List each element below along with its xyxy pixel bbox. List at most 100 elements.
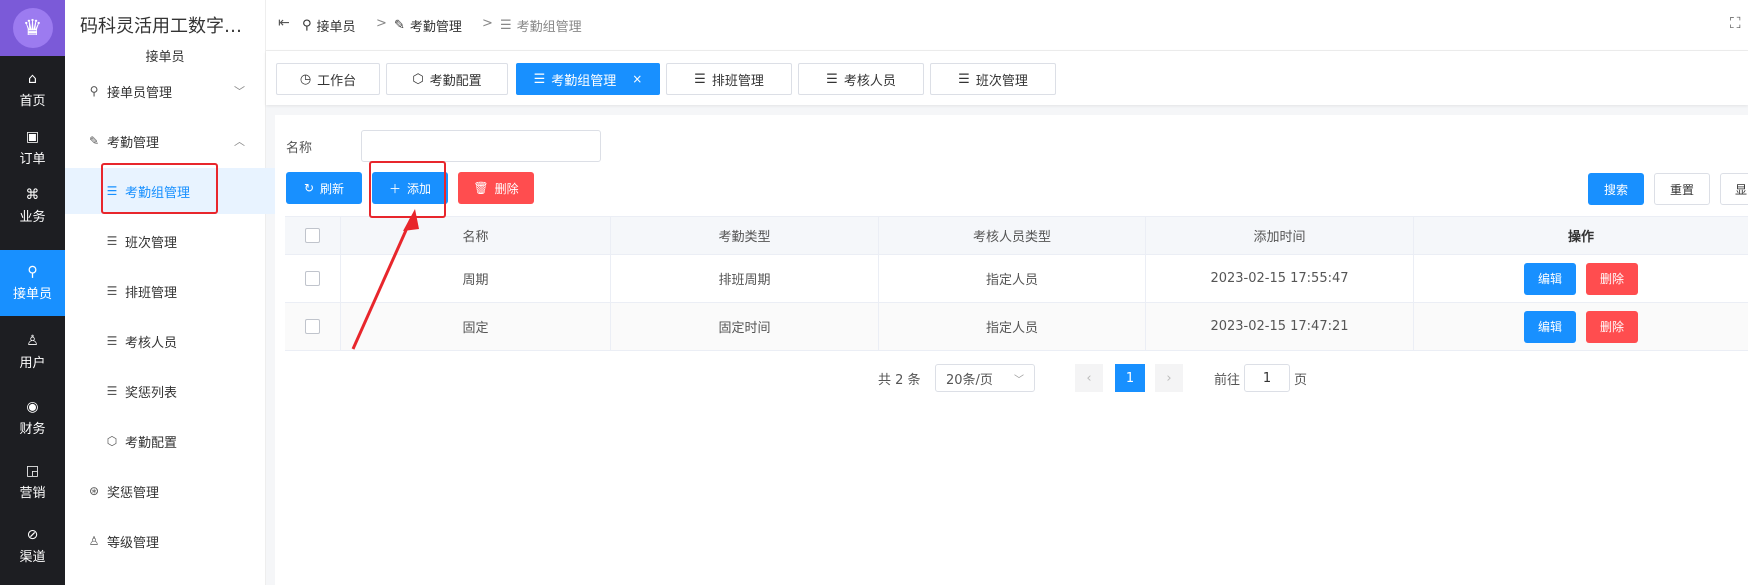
rail-item-user[interactable]: ♙ 用户 — [0, 322, 65, 382]
chevron-left-icon: ‹ — [1086, 370, 1092, 386]
cell-actions: 编辑 删除 — [1414, 303, 1748, 350]
tab-attendance-config[interactable]: ⬡ 考勤配置 — [386, 63, 508, 95]
breadcrumb-item[interactable]: ✎ 考勤管理 — [394, 16, 462, 35]
name-filter-label: 名称 — [286, 141, 313, 156]
select-all-cell — [285, 217, 341, 254]
breadcrumb-item[interactable]: ⚲ 接单员 — [302, 16, 356, 35]
channel-icon: ⊘ — [26, 527, 39, 543]
chevron-up-icon: ︿ — [234, 135, 245, 148]
annotation-highlight-menu — [101, 163, 218, 214]
sidebar-item-level-manage[interactable]: ♙ 等级管理 — [65, 518, 265, 564]
table-row: 周期 排班周期 指定人员 2023-02-15 17:55:47 编辑 删除 — [285, 255, 1748, 303]
rider-icon: ⚲ — [27, 264, 38, 280]
user-level-icon: ♙ — [88, 534, 100, 548]
rail-item-home[interactable]: ⌂ 首页 — [0, 60, 65, 120]
row-select-cell — [285, 255, 341, 302]
tab-schedule[interactable]: ☰ 排班管理 — [666, 63, 792, 95]
rail-item-marketing[interactable]: ◲ 营销 — [0, 452, 65, 512]
breadcrumb-separator: > — [376, 16, 387, 31]
prev-page-button[interactable]: ‹ — [1075, 364, 1103, 392]
cell-type: 排班周期 — [611, 255, 879, 302]
search-button[interactable]: 搜索 — [1588, 173, 1644, 205]
edit-icon: ✎ — [394, 18, 405, 33]
row-delete-button[interactable]: 删除 — [1586, 310, 1639, 343]
sidebar-item-attendance[interactable]: ✎ 考勤管理 ︿ — [65, 118, 265, 164]
rail-item-channel[interactable]: ⊘ 渠道 — [0, 516, 65, 576]
sidebar-item-assessee[interactable]: ☰ 考核人员 — [65, 318, 283, 364]
refresh-button[interactable]: ↻ 刷新 — [286, 172, 362, 204]
goto-page-input[interactable]: 1 — [1244, 364, 1290, 392]
rail-item-business[interactable]: ⌘ 业务 — [0, 176, 65, 236]
fullscreen-icon[interactable]: ⛶ — [1730, 14, 1741, 32]
list-icon: ☰ — [826, 71, 838, 87]
table-header-row: 名称 考勤类型 考核人员类型 添加时间 操作 — [285, 216, 1748, 255]
column-header: 添加时间 — [1146, 217, 1414, 254]
sidebar-item-reward-manage[interactable]: ⊛ 奖惩管理 — [65, 468, 265, 514]
page-number-current[interactable]: 1 — [1115, 364, 1145, 392]
rail-item-finance[interactable]: ◉ 财务 — [0, 388, 65, 448]
row-select-cell — [285, 303, 341, 350]
cell-time: 2023-02-15 17:47:21 — [1146, 303, 1414, 350]
cell-person-type: 指定人员 — [879, 255, 1146, 302]
top-header: ⇤ ⚲ 接单员 > ✎ 考勤管理 > ☰ 考勤组管理 ⛶ — [266, 0, 1748, 51]
cell-time: 2023-02-15 17:55:47 — [1146, 255, 1414, 302]
breadcrumb-current: ☰ 考勤组管理 — [500, 18, 582, 35]
arrow-shaft — [351, 218, 413, 350]
rail-item-rider[interactable]: ⚲ 接单员 — [0, 250, 65, 316]
user-icon: ♙ — [26, 333, 39, 349]
sidebar-item-schedule[interactable]: ☰ 排班管理 — [65, 268, 283, 314]
edit-button[interactable]: 编辑 — [1523, 262, 1576, 295]
cell-actions: 编辑 删除 — [1414, 255, 1748, 302]
next-page-button[interactable]: › — [1155, 364, 1183, 392]
home-icon: ⌂ — [28, 71, 37, 87]
sidebar-item-rider-manage[interactable]: ⚲ 接单员管理 ﹀ — [65, 68, 265, 114]
reset-button[interactable]: 重置 — [1654, 173, 1710, 205]
list-icon: ☰ — [533, 71, 546, 87]
sidebar-subtitle: 接单员 — [145, 50, 185, 65]
close-icon[interactable]: × — [632, 72, 642, 86]
column-header: 操作 — [1567, 230, 1594, 245]
column-header: 考勤类型 — [611, 217, 879, 254]
list-icon: ☰ — [500, 18, 512, 33]
list-icon: ☰ — [106, 384, 118, 398]
page-size-select[interactable]: 20条/页 ﹀ — [935, 364, 1035, 392]
page-unit-label: 页 — [1294, 372, 1308, 388]
column-header: 考核人员类型 — [879, 217, 1146, 254]
rail-item-order[interactable]: ▣ 订单 — [0, 118, 65, 178]
name-filter-input[interactable] — [361, 130, 601, 162]
dashboard-icon: ◷ — [299, 71, 312, 87]
row-checkbox[interactable] — [305, 319, 320, 334]
refresh-icon: ↻ — [303, 181, 315, 195]
list-icon: ☰ — [958, 71, 970, 87]
chevron-down-icon: ﹀ — [234, 85, 245, 98]
list-icon: ☰ — [106, 334, 118, 348]
list-icon: ☰ — [106, 234, 118, 248]
finance-icon: ◉ — [26, 399, 39, 415]
select-all-checkbox[interactable] — [305, 228, 320, 243]
app-logo: ♛ — [0, 0, 65, 56]
row-checkbox[interactable] — [305, 271, 320, 286]
bike-icon: ⚲ — [89, 84, 99, 98]
pagination-total: 共 2 条 — [878, 372, 921, 388]
sidebar-item-reward-list[interactable]: ☰ 奖惩列表 — [65, 368, 283, 414]
annotation-arrow — [351, 209, 419, 350]
collapse-menu-icon[interactable]: ⇤ — [278, 15, 290, 31]
tab-shift[interactable]: ☰ 班次管理 — [930, 63, 1056, 95]
delete-button[interactable]: 🗑 删除 — [458, 172, 534, 204]
sidebar-item-shift[interactable]: ☰ 班次管理 — [65, 218, 283, 264]
tab-bar: ◷ 工作台 ⬡ 考勤配置 ☰ 考勤组管理 × ☰ 排班管理 ☰ 考核人员 ☰ 班次管理 — [266, 51, 1748, 105]
medal-icon: ⊛ — [88, 484, 100, 498]
edit-button[interactable]: 编辑 — [1523, 310, 1576, 343]
tab-workbench[interactable]: ◷ 工作台 — [276, 63, 380, 95]
hexagon-icon: ⬡ — [412, 71, 424, 87]
row-delete-button[interactable]: 删除 — [1586, 262, 1639, 295]
table-row: 固定 固定时间 指定人员 2023-02-15 17:47:21 编辑 删除 — [285, 303, 1748, 351]
tab-attendance-group[interactable]: ☰ 考勤组管理 × — [516, 63, 660, 95]
tab-assessee[interactable]: ☰ 考核人员 — [798, 63, 924, 95]
business-icon: ⌘ — [25, 187, 40, 203]
sidebar-item-attendance-config[interactable]: ⬡ 考勤配置 — [65, 418, 283, 464]
show-button[interactable]: 显 — [1720, 173, 1748, 205]
marketing-icon: ◲ — [25, 463, 40, 479]
crown-logo-icon: ♛ — [12, 8, 53, 48]
trash-icon: 🗑 — [473, 181, 489, 195]
